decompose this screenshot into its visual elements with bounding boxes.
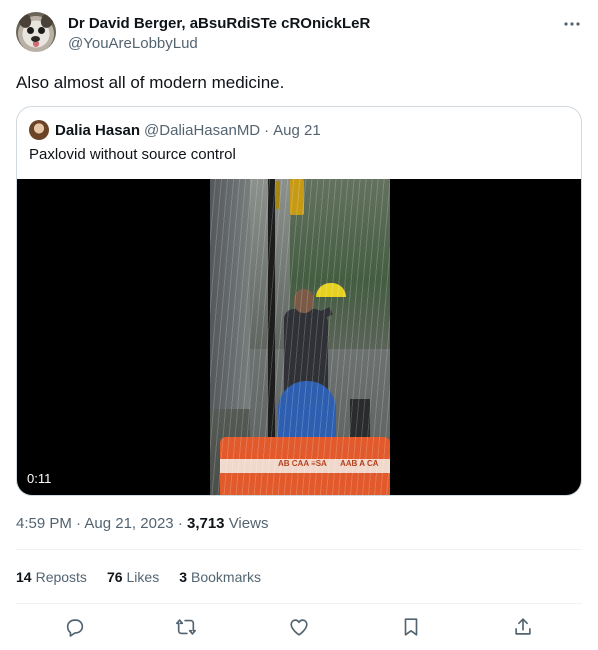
repost-icon[interactable] — [175, 616, 197, 638]
tweet-header: Dr David Berger, aBsuRdiSTe cROnickLeR @… — [16, 12, 582, 56]
views-count: 3,713 — [186, 515, 225, 532]
quoted-tweet[interactable]: Dalia Hasan @DaliaHasanMD · Aug 21 Paxlo… — [16, 106, 582, 496]
video-duration: 0:11 — [27, 471, 52, 486]
avatar-dog-eye — [38, 27, 45, 34]
tweet-text: Also almost all of modern medicine. — [16, 73, 285, 92]
author-display-name[interactable]: Dr David Berger, aBsuRdiSTe cROnickLeR — [68, 14, 370, 34]
quoted-tweet-text: Paxlovid without source control — [29, 146, 236, 163]
reposts-count: 14 — [16, 569, 32, 585]
more-dots-icon[interactable] — [562, 14, 582, 34]
tweet-time[interactable]: 4:59 PM — [16, 515, 72, 532]
quoted-date[interactable]: Aug 21 — [273, 122, 321, 139]
quoted-author-display-name[interactable]: Dalia Hasan — [55, 122, 140, 139]
likes-count: 76 — [106, 569, 123, 585]
tweet-meta: 4:59 PM · Aug 21, 2023 · 3,713 Views — [16, 514, 268, 534]
likes-label: Likes — [126, 569, 160, 585]
quoted-author-avatar[interactable] — [29, 120, 49, 140]
likes-stat[interactable]: 76 Likes — [107, 567, 159, 587]
video-player[interactable]: AB CAA ≡SA AAB A CA 0:11 — [17, 179, 581, 495]
bookmarks-count: 3 — [179, 569, 187, 585]
meta-separator: · — [177, 515, 183, 532]
reposts-label: Reposts — [35, 569, 87, 585]
tweet-date[interactable]: Aug 21, 2023 — [84, 515, 173, 532]
quoted-author-handle[interactable]: @DaliaHasanMD — [144, 122, 260, 139]
author-handle[interactable]: @YouAreLobbyLud — [68, 34, 198, 54]
avatar-dog-eye — [27, 27, 34, 34]
bookmarks-stat[interactable]: 3 Bookmarks — [179, 567, 261, 587]
avatar-dog-tongue — [33, 42, 39, 47]
engagement-stats: 14 Reposts 76 Likes 3 Bookmarks — [16, 567, 281, 587]
quoted-tweet-header: Dalia Hasan @DaliaHasanMD · Aug 21 — [29, 119, 321, 141]
views-label: Views — [228, 515, 269, 532]
action-bar — [16, 604, 582, 650]
video-rain — [210, 179, 390, 495]
reposts-stat[interactable]: 14 Reposts — [16, 567, 87, 587]
bookmarks-label: Bookmarks — [191, 569, 262, 585]
quoted-separator: · — [264, 121, 270, 139]
bookmark-icon[interactable] — [400, 616, 422, 638]
divider — [16, 549, 582, 550]
meta-separator: · — [76, 515, 82, 532]
author-avatar[interactable] — [16, 12, 56, 52]
share-icon[interactable] — [512, 616, 534, 638]
video-frame: AB CAA ≡SA AAB A CA — [210, 179, 390, 495]
reply-icon[interactable] — [64, 616, 86, 638]
heart-icon[interactable] — [288, 616, 310, 638]
